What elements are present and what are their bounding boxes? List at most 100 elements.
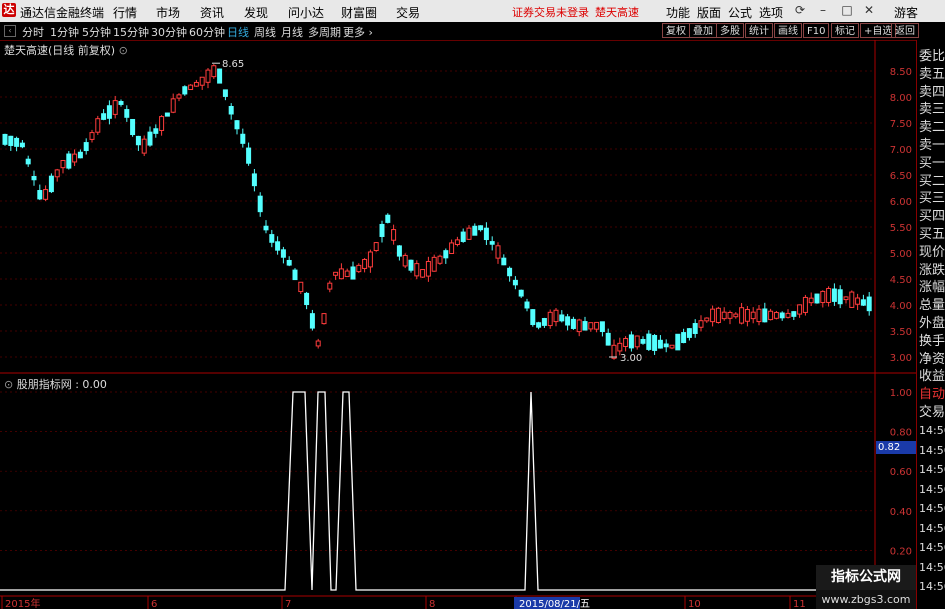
menu-discover[interactable]: 发现 bbox=[244, 4, 268, 21]
candle-body bbox=[640, 339, 646, 344]
candle bbox=[48, 173, 54, 194]
refresh-icon[interactable]: ⟳ bbox=[793, 3, 807, 17]
login-notice[interactable]: 证券交易未登录 楚天高速 bbox=[512, 4, 639, 20]
menu-options[interactable]: 选项 bbox=[759, 4, 783, 21]
menu-layout[interactable]: 版面 bbox=[697, 4, 721, 21]
high-price-label: 8.65 bbox=[222, 59, 244, 70]
menu-market-quotes[interactable]: 行情 bbox=[113, 4, 137, 21]
candle-body bbox=[454, 239, 460, 246]
menu-formula[interactable]: 公式 bbox=[728, 4, 752, 21]
candle-body bbox=[275, 241, 281, 251]
indicator-dropdown-icon[interactable]: ⊙ bbox=[4, 378, 13, 391]
price-tick-label: 8.00 bbox=[890, 93, 912, 104]
candle-body bbox=[367, 251, 373, 268]
mark-button[interactable]: 标记 bbox=[831, 23, 859, 38]
candle bbox=[808, 292, 814, 306]
indicator-header[interactable]: ⊙ 股朋指标网 : 0.00 bbox=[4, 376, 107, 392]
price-tick-label: 7.00 bbox=[890, 145, 912, 156]
candle-body bbox=[280, 249, 286, 258]
candle-body bbox=[802, 296, 808, 313]
menu-functions[interactable]: 功能 bbox=[666, 4, 690, 21]
candle bbox=[454, 236, 460, 247]
period-tab-bar: ‹ 分时 1分钟 5分钟 15分钟 30分钟 60分钟 日线 周线 月线 多周期… bbox=[0, 22, 945, 41]
candle bbox=[77, 149, 83, 159]
candle-body bbox=[391, 229, 397, 241]
tab-monthly[interactable]: 月线 bbox=[281, 24, 303, 40]
watermark-logo: 指标公式网 bbox=[816, 565, 916, 590]
candle bbox=[19, 140, 25, 149]
back-button[interactable]: 返回 bbox=[891, 23, 919, 38]
candle bbox=[733, 312, 739, 319]
close-icon[interactable]: ✕ bbox=[862, 3, 876, 17]
indicator-tick-label: 0.80 bbox=[890, 428, 912, 439]
sidebar-label: 净资 bbox=[919, 351, 945, 367]
candle-body bbox=[808, 297, 814, 304]
candle bbox=[275, 236, 281, 255]
candle-body bbox=[652, 335, 658, 351]
minimize-icon[interactable]: – bbox=[816, 3, 830, 17]
tab-1min[interactable]: 1分钟 bbox=[50, 24, 79, 40]
candle bbox=[25, 155, 31, 167]
tab-more[interactable]: 更多 › bbox=[343, 24, 373, 40]
auto-trade-toggle[interactable]: 自动 bbox=[919, 386, 945, 404]
candle-body bbox=[866, 296, 872, 312]
candle bbox=[95, 115, 101, 135]
candle-body bbox=[721, 311, 727, 320]
adjust-button[interactable]: 复权 bbox=[662, 23, 690, 38]
candle bbox=[72, 149, 78, 167]
candle bbox=[89, 129, 95, 143]
tab-5min[interactable]: 5分钟 bbox=[82, 24, 111, 40]
menu-wealth-circle[interactable]: 财富圈 bbox=[341, 4, 377, 21]
restore-icon[interactable]: □ bbox=[840, 3, 854, 17]
candle-body bbox=[14, 137, 20, 147]
candle bbox=[826, 286, 832, 307]
candle-body bbox=[43, 189, 49, 200]
candle-body bbox=[379, 223, 385, 237]
candle bbox=[599, 321, 605, 337]
tab-weekly[interactable]: 周线 bbox=[254, 24, 276, 40]
candle bbox=[721, 307, 727, 321]
candle bbox=[286, 256, 292, 267]
candle-body bbox=[344, 270, 350, 278]
candle-body bbox=[246, 147, 252, 164]
candle bbox=[246, 142, 252, 166]
candlestick-chart[interactable]: 8.50 8.00 7.50 7.00 6.50 6.00 5.50 5.00 4.50 4.00… bbox=[0, 40, 916, 609]
menu-market[interactable]: 市场 bbox=[156, 4, 180, 21]
candle bbox=[234, 119, 240, 135]
candle-body bbox=[576, 319, 582, 333]
candle bbox=[124, 105, 130, 122]
candle-body bbox=[588, 322, 594, 330]
menu-news[interactable]: 资讯 bbox=[200, 4, 224, 21]
menu-bar: 达 通达信金融终端 行情 市场 资讯 发现 问小达 财富圈 交易 证券交易未登录… bbox=[0, 0, 945, 23]
candle bbox=[791, 311, 797, 321]
tab-30min[interactable]: 30分钟 bbox=[151, 24, 187, 40]
date-label: 2015年 bbox=[5, 597, 40, 609]
candle bbox=[623, 336, 629, 352]
statistics-button[interactable]: 统计 bbox=[745, 23, 773, 38]
candle bbox=[518, 289, 524, 299]
candle-body bbox=[843, 296, 849, 301]
candle bbox=[217, 68, 223, 84]
f10-button[interactable]: F10 bbox=[803, 23, 830, 38]
sidebar-label: 买二 bbox=[919, 173, 945, 189]
candle-body bbox=[860, 299, 866, 306]
tab-60min[interactable]: 60分钟 bbox=[189, 24, 225, 40]
candle bbox=[373, 242, 379, 252]
collapse-left-icon[interactable]: ‹ bbox=[4, 25, 16, 37]
candle bbox=[570, 316, 576, 330]
candle bbox=[449, 239, 455, 255]
draw-button[interactable]: 画线 bbox=[774, 23, 802, 38]
tab-timeshare[interactable]: 分时 bbox=[22, 24, 44, 40]
tab-multi-period[interactable]: 多周期 bbox=[308, 24, 341, 40]
multi-stock-button[interactable]: 多股 bbox=[716, 23, 744, 38]
candle-body bbox=[611, 344, 617, 359]
tab-15min[interactable]: 15分钟 bbox=[113, 24, 149, 40]
menu-ask[interactable]: 问小达 bbox=[288, 4, 324, 21]
menu-trade[interactable]: 交易 bbox=[396, 4, 420, 21]
guest-label[interactable]: 游客 bbox=[894, 4, 918, 21]
tab-daily[interactable]: 日线 bbox=[227, 24, 249, 40]
candle bbox=[460, 228, 466, 243]
candle bbox=[802, 294, 808, 316]
overlay-button[interactable]: 叠加 bbox=[689, 23, 717, 38]
sidebar-label: 买四 bbox=[919, 209, 945, 225]
